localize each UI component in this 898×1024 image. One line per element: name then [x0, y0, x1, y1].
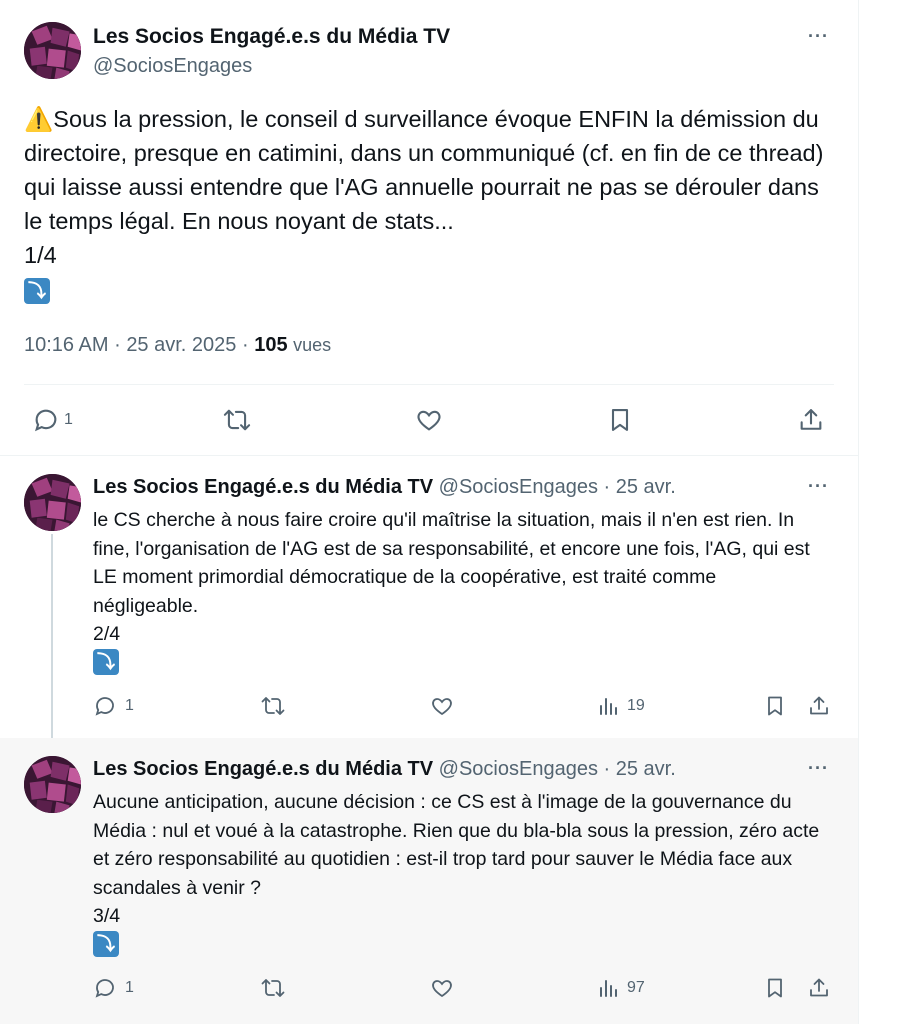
views-count: 97 [627, 979, 645, 996]
reply-header: Les Socios Engagé.e.s du Média TV @Socio… [93, 758, 676, 780]
bookmark-button[interactable] [763, 976, 787, 1000]
tweet-time[interactable]: 10:16 AM [24, 334, 109, 356]
views-icon [597, 976, 621, 1000]
author-handle[interactable]: @SociosEngages [93, 55, 252, 78]
retweet-button[interactable] [259, 694, 287, 718]
like-button[interactable] [429, 976, 455, 1000]
reply-icon [93, 976, 117, 1000]
like-icon [414, 406, 444, 434]
reply-tweet[interactable]: Les Socios Engagé.e.s du Média TV @Socio… [0, 738, 858, 1024]
tweet-text: Aucune anticipation, aucune décision : c… [93, 791, 820, 927]
main-tweet[interactable]: Les Socios Engagé.e.s du Média TV @Socio… [0, 0, 858, 455]
reply-count: 1 [125, 697, 134, 714]
share-icon [797, 406, 825, 434]
tweet-actions: 1 [0, 400, 858, 440]
tweet-date[interactable]: 25 avr. [616, 758, 676, 780]
tweet-text: le CS cherche à nous faire croire qu'il … [93, 509, 810, 645]
avatar[interactable] [24, 756, 81, 813]
reply-header: Les Socios Engagé.e.s du Média TV @Socio… [93, 476, 676, 498]
more-icon[interactable]: ··· [808, 758, 829, 779]
share-icon [807, 976, 831, 1000]
more-icon[interactable]: ··· [808, 26, 829, 47]
author-name[interactable]: Les Socios Engagé.e.s du Média TV [93, 25, 450, 49]
avatar[interactable] [24, 474, 81, 531]
retweet-button[interactable] [259, 976, 287, 1000]
tweet-text-body: Sous la pression, le conseil d surveilla… [24, 106, 824, 268]
reply-button[interactable]: 1 [93, 976, 134, 1000]
views-button[interactable]: 97 [597, 976, 645, 1000]
tweet-actions: 1 19 [93, 692, 838, 724]
thread-arrow-icon: ⤵ [24, 278, 50, 304]
views-button[interactable]: 19 [597, 694, 645, 718]
tweet-text: ⚠️Sous la pression, le conseil d surveil… [24, 102, 836, 272]
tweet-meta: 10:16 AM · 25 avr. 2025 · 105 vues [24, 334, 332, 356]
thread-arrow-icon: ⤵ [93, 931, 119, 957]
reply-button[interactable]: 1 [32, 406, 73, 434]
retweet-icon [222, 406, 252, 434]
tweet-actions: 1 97 [93, 974, 838, 1006]
share-button[interactable] [797, 406, 825, 434]
like-button[interactable] [429, 694, 455, 718]
bookmark-icon [763, 976, 787, 1000]
like-button[interactable] [414, 406, 444, 434]
views-icon [597, 694, 621, 718]
bookmark-icon [606, 406, 634, 434]
divider [24, 384, 834, 385]
timeline: Les Socios Engagé.e.s du Média TV @Socio… [0, 0, 859, 1024]
reply-count: 1 [64, 411, 73, 428]
bookmark-button[interactable] [763, 694, 787, 718]
author-name[interactable]: Les Socios Engagé.e.s du Média TV [93, 476, 433, 498]
retweet-icon [259, 694, 287, 718]
like-icon [429, 976, 455, 1000]
warning-icon: ⚠️ [24, 106, 54, 132]
author-handle[interactable]: @SociosEngages [439, 476, 598, 498]
bookmark-icon [763, 694, 787, 718]
tweet-date[interactable]: 25 avr. 2025 [126, 334, 236, 356]
reply-tweet[interactable]: Les Socios Engagé.e.s du Média TV @Socio… [0, 456, 858, 738]
retweet-icon [259, 976, 287, 1000]
like-icon [429, 694, 455, 718]
reply-icon [32, 406, 60, 434]
avatar[interactable] [24, 22, 81, 79]
share-button[interactable] [807, 976, 831, 1000]
views-count: 105 [254, 334, 288, 356]
thread-arrow-icon: ⤵ [93, 649, 119, 675]
bookmark-button[interactable] [606, 406, 634, 434]
author-handle[interactable]: @SociosEngages [439, 758, 598, 780]
share-button[interactable] [807, 694, 831, 718]
author-name[interactable]: Les Socios Engagé.e.s du Média TV [93, 758, 433, 780]
views-label: vues [293, 335, 332, 355]
retweet-button[interactable] [222, 406, 252, 434]
tweet-date[interactable]: 25 avr. [616, 476, 676, 498]
reply-icon [93, 694, 117, 718]
more-icon[interactable]: ··· [808, 476, 829, 497]
share-icon [807, 694, 831, 718]
reply-count: 1 [125, 979, 134, 996]
reply-button[interactable]: 1 [93, 694, 134, 718]
views-count: 19 [627, 697, 645, 714]
